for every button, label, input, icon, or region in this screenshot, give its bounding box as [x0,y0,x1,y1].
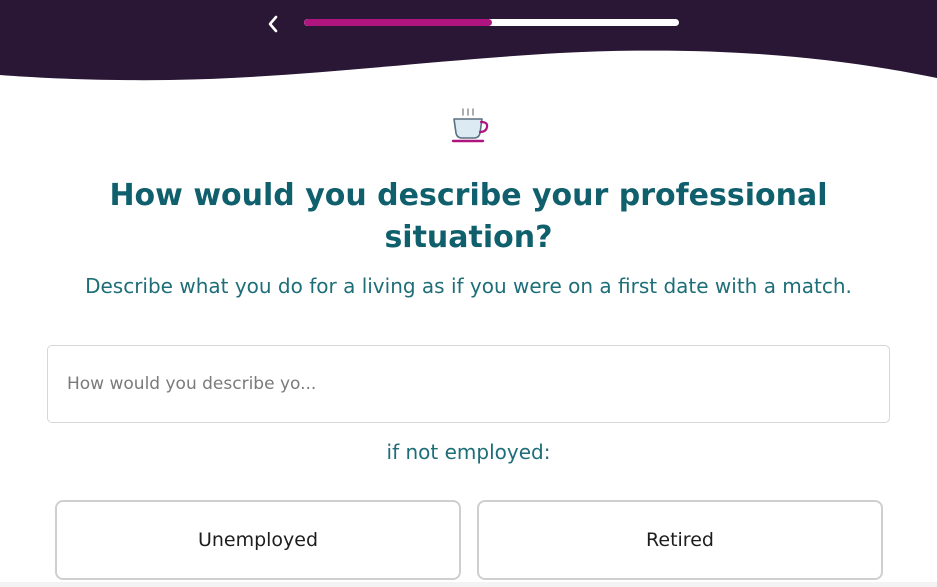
chevron-left-icon [268,15,278,33]
header [0,0,937,92]
header-wave-background [0,0,937,81]
question-title: How would you describe your professional… [109,178,828,255]
back-button[interactable] [262,12,284,36]
bottom-edge-divider [0,582,937,587]
unemployed-button[interactable]: Unemployed [55,500,461,580]
coffee-cup-icon [451,108,489,143]
questionnaire-page: How would you describe your professional… [0,0,937,587]
profession-answer-input[interactable] [47,345,890,423]
retired-button[interactable]: Retired [477,500,883,580]
progress-bar [304,19,679,26]
question-subtitle: Describe what you do for a living as if … [85,274,852,298]
progress-bar-fill [304,19,492,26]
not-employed-label: if not employed: [386,440,551,464]
